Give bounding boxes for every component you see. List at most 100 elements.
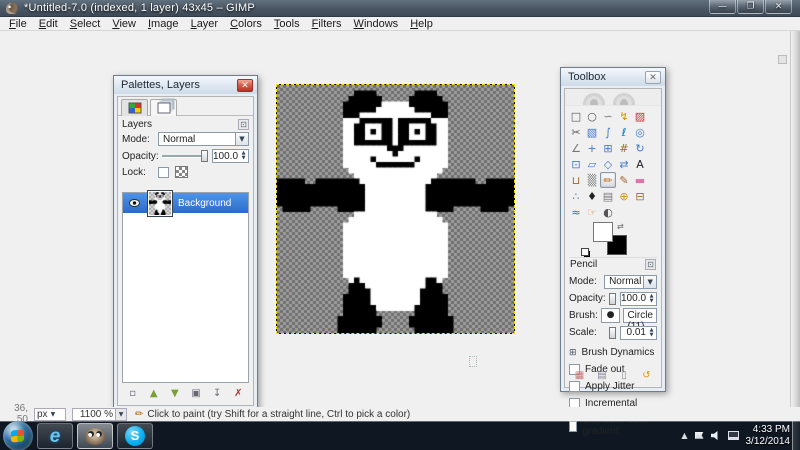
taskbar-item-internet-explorer[interactable]: e xyxy=(37,423,73,449)
tray-clock[interactable]: 4:33 PM 3/12/2014 xyxy=(746,424,791,448)
menu-edit[interactable]: Edit xyxy=(33,17,64,31)
volume-icon[interactable] xyxy=(711,431,721,440)
menu-layer[interactable]: Layer xyxy=(185,17,225,31)
show-desktop-button[interactable] xyxy=(792,421,800,450)
toolbox-titlebar[interactable]: Toolbox ✕ xyxy=(561,68,665,86)
menu-image[interactable]: Image xyxy=(142,17,185,31)
tool-dodge-burn-icon[interactable]: ◐ xyxy=(600,204,616,220)
tool-opacity-handle[interactable] xyxy=(609,293,616,305)
tool-flip-icon[interactable]: ⇄ xyxy=(616,156,632,172)
layers-dialog-close-button[interactable]: ✕ xyxy=(237,79,253,92)
tool-foreground-select-icon[interactable]: ▧ xyxy=(584,124,600,140)
brush-dynamics-expander-icon[interactable]: ⊞ xyxy=(569,348,577,358)
foreground-color-swatch[interactable] xyxy=(593,222,613,242)
scale-slider-handle[interactable] xyxy=(609,327,616,339)
tool-heal-icon[interactable]: ⊕ xyxy=(616,188,632,204)
tool-move-icon[interactable]: + xyxy=(584,140,600,156)
tool-fuzzy-select-icon[interactable]: ↯ xyxy=(616,108,632,124)
delete-options-button[interactable]: ▯ xyxy=(616,368,633,383)
zoom-dropdown-arrow[interactable]: ▼ xyxy=(116,408,127,421)
title-bar[interactable]: *Untitled-7.0 (indexed, 1 layer) 43x45 –… xyxy=(0,0,800,17)
tool-perspective-icon[interactable]: ◇ xyxy=(600,156,616,172)
menu-windows[interactable]: Windows xyxy=(348,17,405,31)
tool-airbrush-icon[interactable]: ∴ xyxy=(568,188,584,204)
panel-menu-button[interactable]: ⊡ xyxy=(238,119,249,130)
tool-magnify-icon[interactable]: ◎ xyxy=(632,124,648,140)
tool-ellipse-select-icon[interactable]: ○ xyxy=(584,108,600,124)
reset-options-button[interactable]: ↺ xyxy=(638,368,655,383)
menu-help[interactable]: Help xyxy=(404,17,439,31)
close-button[interactable]: × xyxy=(765,0,792,14)
menu-tools[interactable]: Tools xyxy=(268,17,306,31)
tool-smudge-icon[interactable]: ☞ xyxy=(584,204,600,220)
tool-text-icon[interactable]: A xyxy=(632,156,648,172)
lock-alpha-checkbox[interactable] xyxy=(158,167,169,178)
layer-opacity-spinner[interactable]: 100.0 ▲▼ xyxy=(212,149,249,163)
new-layer-button[interactable]: ▫ xyxy=(124,386,141,401)
swap-colors-icon[interactable]: ⇄ xyxy=(617,222,624,231)
tool-opacity-slider[interactable] xyxy=(609,293,616,305)
spinner-arrows-icon[interactable]: ▲▼ xyxy=(647,327,656,339)
scale-slider[interactable] xyxy=(609,327,616,339)
tool-mode-dropdown-arrow[interactable]: ▼ xyxy=(644,275,657,289)
minimize-button[interactable]: — xyxy=(709,0,736,14)
save-options-button[interactable]: ▦ xyxy=(571,368,588,383)
taskbar-item-skype[interactable]: S xyxy=(117,423,153,449)
tool-eraser-icon[interactable]: ▬ xyxy=(632,172,648,188)
tool-measure-icon[interactable]: ∠ xyxy=(568,140,584,156)
tool-blend-icon[interactable]: ▒ xyxy=(584,172,600,188)
action-center-flag-icon[interactable] xyxy=(695,432,704,440)
tool-align-icon[interactable]: ⊞ xyxy=(600,140,616,156)
delete-layer-button[interactable]: ✗ xyxy=(230,386,247,401)
toolbox-close-button[interactable]: ✕ xyxy=(645,71,661,84)
anchor-layer-button[interactable]: ↧ xyxy=(209,386,226,401)
layer-row-background[interactable]: Background xyxy=(123,193,248,213)
tool-clone-icon[interactable]: ▤ xyxy=(600,188,616,204)
tool-bucket-fill-icon[interactable]: ⊔ xyxy=(568,172,584,188)
start-button[interactable] xyxy=(3,421,33,450)
tool-mode-select[interactable]: Normal xyxy=(604,275,644,289)
menu-view[interactable]: View xyxy=(106,17,142,31)
unit-select[interactable]: px ▼ xyxy=(34,408,66,421)
tool-crop-icon[interactable]: # xyxy=(616,140,632,156)
tool-options-menu-button[interactable]: ⊡ xyxy=(645,259,656,270)
tool-select-by-color-icon[interactable]: ▨ xyxy=(632,108,648,124)
tool-rectangle-select-icon[interactable]: □ xyxy=(568,108,584,124)
tool-free-select-icon[interactable]: ∽ xyxy=(600,108,616,124)
window-right-scrollbar[interactable] xyxy=(790,31,800,407)
menu-colors[interactable]: Colors xyxy=(224,17,268,31)
layer-mode-dropdown-arrow[interactable]: ▼ xyxy=(236,132,249,146)
layer-visibility-eye-icon[interactable] xyxy=(129,199,140,207)
brush-name[interactable]: Circle (11) xyxy=(623,308,657,323)
menu-file[interactable]: File xyxy=(3,17,33,31)
menu-filters[interactable]: Filters xyxy=(306,17,348,31)
tab-layers[interactable] xyxy=(150,99,177,116)
tool-color-picker-icon[interactable]: ℓ xyxy=(616,124,632,140)
tool-paintbrush-icon[interactable]: ✎ xyxy=(616,172,632,188)
opacity-slider-handle[interactable] xyxy=(201,150,208,162)
lower-layer-button[interactable]: ▼ xyxy=(166,386,183,401)
tab-palettes[interactable] xyxy=(121,99,148,116)
tool-opacity-spinner[interactable]: 100.0 ▲▼ xyxy=(620,292,657,306)
layer-opacity-slider[interactable] xyxy=(162,150,208,162)
network-icon[interactable] xyxy=(728,431,739,440)
tool-rotate-icon[interactable]: ↻ xyxy=(632,140,648,156)
restore-options-button[interactable]: ▤ xyxy=(593,368,610,383)
tool-pencil-icon[interactable]: ✏ xyxy=(600,172,616,188)
tool-scale-icon[interactable]: ⊡ xyxy=(568,156,584,172)
image-canvas[interactable] xyxy=(277,85,514,333)
raise-layer-button[interactable]: ▲ xyxy=(145,386,162,401)
tool-scissors-icon[interactable]: ✂ xyxy=(568,124,584,140)
layer-mode-select[interactable]: Normal xyxy=(158,132,236,146)
zoom-input[interactable]: 1100 % xyxy=(72,408,116,421)
tool-blur-sharpen-icon[interactable]: ≈ xyxy=(568,204,584,220)
show-hidden-icons-button[interactable]: ▲ xyxy=(681,431,687,440)
spinner-arrows-icon[interactable]: ▲▼ xyxy=(647,293,656,305)
layers-dialog-titlebar[interactable]: Palettes, Layers ✕ xyxy=(114,76,257,94)
tool-ink-icon[interactable]: ♦ xyxy=(584,188,600,204)
tool-paths-icon[interactable]: ∫ xyxy=(600,124,616,140)
duplicate-layer-button[interactable]: ▣ xyxy=(188,386,205,401)
tool-shear-icon[interactable]: ▱ xyxy=(584,156,600,172)
taskbar-item-gimp[interactable] xyxy=(77,423,113,449)
scale-spinner[interactable]: 0.01 ▲▼ xyxy=(620,326,657,340)
